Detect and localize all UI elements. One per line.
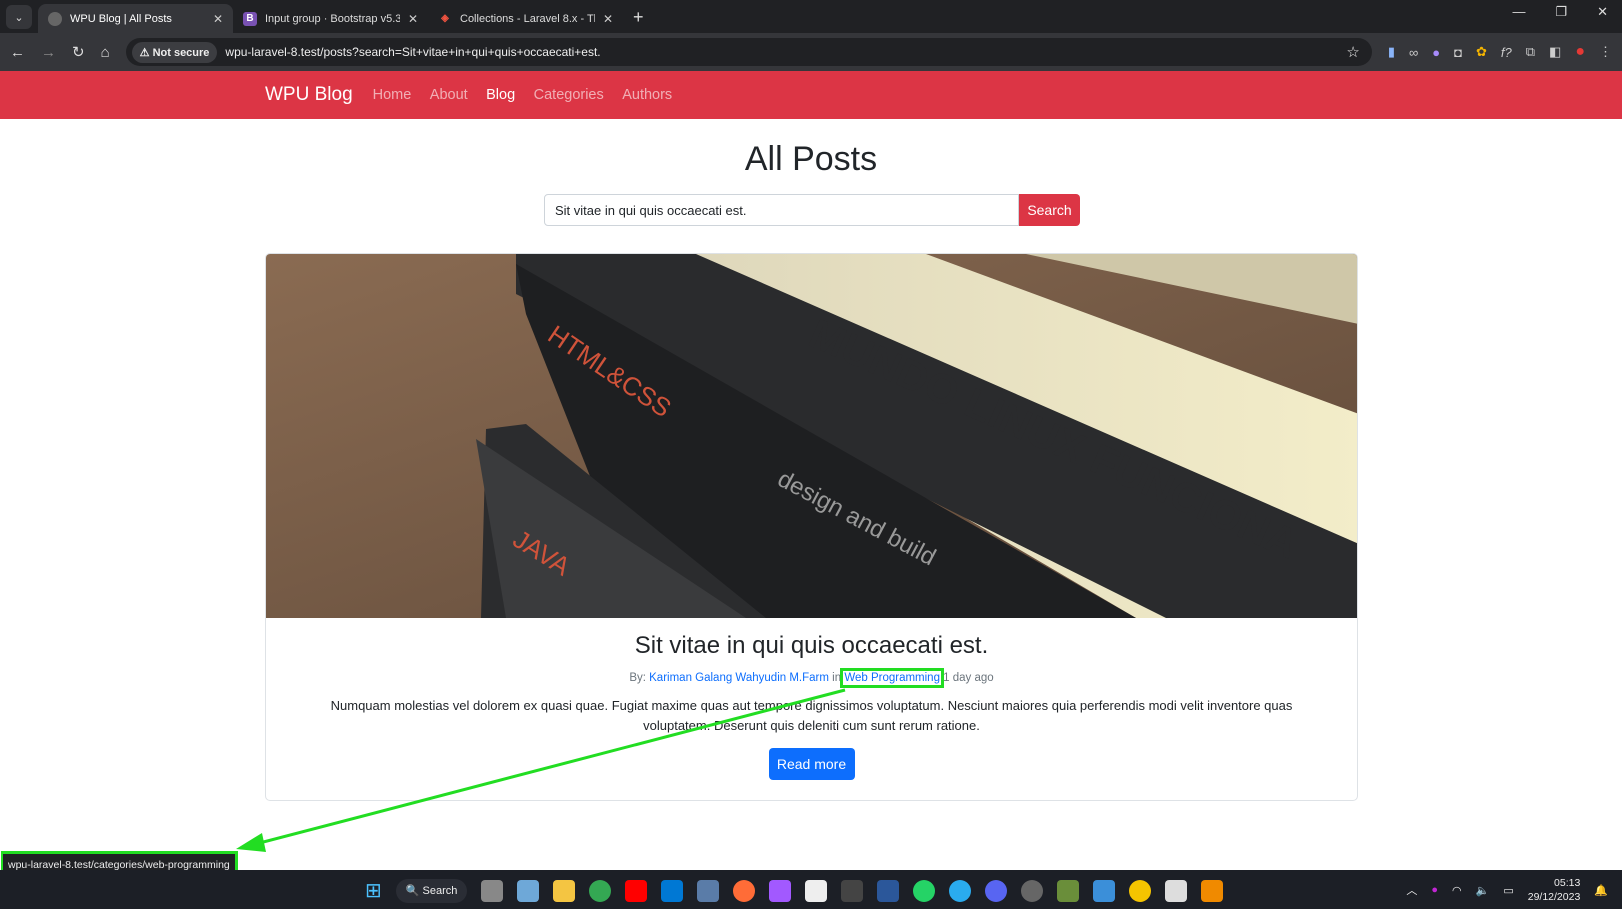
toolbar: ← → ↻ ⌂ ⚠ Not secure wpu-laravel-8.test/…: [0, 33, 1622, 71]
home-icon[interactable]: ⌂: [101, 44, 110, 61]
in-label: in: [832, 672, 842, 684]
app-icon[interactable]: [697, 879, 720, 902]
notion-icon[interactable]: [1165, 879, 1188, 902]
new-tab-button[interactable]: +: [623, 7, 654, 33]
notion-icon[interactable]: [805, 879, 828, 902]
avatar[interactable]: ●: [1575, 43, 1585, 61]
laravel-icon: ◈: [441, 13, 449, 24]
wifi-icon[interactable]: ◠: [1452, 884, 1462, 897]
security-badge[interactable]: ⚠ Not secure: [131, 41, 218, 63]
menu-kebab-icon[interactable]: ⋮: [1599, 44, 1612, 60]
url-text: wpu-laravel-8.test/posts?search=Sit+vita…: [225, 45, 601, 59]
reload-icon[interactable]: ↻: [72, 43, 85, 61]
read-more-button[interactable]: Read more: [768, 748, 855, 780]
file-explorer-icon[interactable]: [553, 879, 576, 902]
post-time: 1 day ago: [943, 672, 994, 684]
taskbar: ⊞ 🔍 Search ︿ ● ◠ 🔈 ▭ 05:13 29/12/2023 🔔: [0, 870, 1622, 909]
globe-icon: [48, 11, 62, 26]
whatsapp-icon[interactable]: [913, 879, 936, 902]
nav-home[interactable]: Home: [373, 87, 412, 103]
close-icon[interactable]: ✕: [408, 12, 418, 26]
security-label: Not secure: [152, 46, 210, 59]
clock-time: 05:13: [1554, 877, 1581, 889]
page-title: All Posts: [744, 140, 878, 178]
nav-authors[interactable]: Authors: [622, 87, 672, 103]
tab-search-button[interactable]: ⌄: [6, 5, 32, 29]
app-icon[interactable]: [1057, 879, 1080, 902]
site-navbar: WPU Blog Home About Blog Categories Auth…: [0, 71, 1622, 119]
author-link[interactable]: Kariman Galang Wahyudin M.Farm: [649, 672, 829, 684]
discord-icon[interactable]: [985, 879, 1008, 902]
extension-icon[interactable]: ∞: [1409, 45, 1418, 60]
figma-icon[interactable]: [769, 879, 792, 902]
windows-start-icon[interactable]: ⊞: [365, 878, 382, 903]
post-excerpt: Numquam molestias vel dolorem ex quasi q…: [330, 698, 1293, 733]
obs-icon[interactable]: [1021, 879, 1044, 902]
close-icon[interactable]: ✕: [213, 12, 223, 26]
telegram-icon[interactable]: [949, 879, 972, 902]
chrome-icon[interactable]: [589, 879, 612, 902]
minimize-icon[interactable]: —: [1512, 4, 1525, 20]
post-card: MUNDO LINUX FUNCIONA HTML&CSS design and…: [265, 253, 1358, 801]
notification-bell-icon[interactable]: 🔔: [1594, 884, 1608, 897]
tab-bootstrap[interactable]: B Input group · Bootstrap v5.3 ✕: [233, 4, 428, 33]
extension-icon[interactable]: ✿: [1476, 44, 1487, 60]
tab-title: Collections - Laravel 8.x - The PHP: [460, 12, 595, 25]
close-window-icon[interactable]: ✕: [1597, 4, 1608, 20]
notepad-icon[interactable]: [1093, 879, 1116, 902]
extension-icon[interactable]: ▮: [1388, 44, 1395, 60]
nav-blog[interactable]: Blog: [486, 87, 515, 103]
search-input[interactable]: [544, 194, 1019, 226]
search-form: Search: [544, 194, 1080, 226]
clock-date: 29/12/2023: [1527, 891, 1581, 903]
taskbar-search-label: Search: [422, 884, 458, 897]
tab-laravel[interactable]: ◈ Collections - Laravel 8.x - The PHP ✕: [428, 4, 623, 33]
side-panel-icon[interactable]: ◧: [1549, 44, 1561, 60]
youtube-icon[interactable]: [625, 879, 648, 902]
post-meta: By: Kariman Galang Wahyudin M.Farm in We…: [266, 668, 1357, 688]
bootstrap-icon: B: [243, 11, 257, 26]
tab-wpu-blog[interactable]: WPU Blog | All Posts ✕: [38, 4, 233, 33]
volume-icon[interactable]: 🔈: [1476, 884, 1490, 897]
postman-icon[interactable]: [733, 879, 756, 902]
app-icon[interactable]: [517, 879, 540, 902]
restore-icon[interactable]: ❐: [1555, 4, 1567, 20]
forward-icon[interactable]: →: [41, 44, 56, 61]
extensions-puzzle-icon[interactable]: ⧉: [1526, 44, 1535, 60]
post-image: MUNDO LINUX FUNCIONA HTML&CSS design and…: [266, 254, 1357, 618]
terminal-icon[interactable]: [841, 879, 864, 902]
extension-icon[interactable]: ◘: [1454, 45, 1462, 60]
extension-icon[interactable]: f?: [1501, 45, 1512, 60]
task-view-icon[interactable]: [481, 879, 504, 902]
vlc-icon[interactable]: [1201, 879, 1224, 902]
by-label: By:: [629, 672, 646, 684]
nav-categories[interactable]: Categories: [534, 87, 604, 103]
tab-strip: ⌄ WPU Blog | All Posts ✕ B Input group ·…: [0, 0, 1622, 33]
app-icon[interactable]: [1129, 879, 1152, 902]
bookmark-star-icon[interactable]: ☆: [1346, 43, 1365, 61]
chevron-up-icon[interactable]: ︿: [1406, 882, 1417, 898]
tab-title: Input group · Bootstrap v5.3: [265, 12, 400, 25]
brand-logo[interactable]: WPU Blog: [265, 84, 353, 106]
close-icon[interactable]: ✕: [603, 12, 613, 26]
post-title[interactable]: Sit vitae in qui quis occaecati est.: [266, 632, 1357, 660]
app-tray-icon[interactable]: ●: [1431, 884, 1438, 896]
battery-icon[interactable]: ▭: [1503, 884, 1513, 897]
clock[interactable]: 05:13 29/12/2023: [1528, 876, 1581, 904]
taskbar-search[interactable]: 🔍 Search: [395, 878, 468, 903]
search-button[interactable]: Search: [1019, 194, 1080, 226]
vscode-icon[interactable]: [661, 879, 684, 902]
category-link[interactable]: Web Programming: [840, 668, 944, 688]
word-icon[interactable]: [877, 879, 900, 902]
nav-about[interactable]: About: [430, 87, 468, 103]
address-bar[interactable]: ⚠ Not secure wpu-laravel-8.test/posts?se…: [125, 38, 1372, 66]
tab-title: WPU Blog | All Posts: [70, 12, 172, 25]
extension-icon[interactable]: ●: [1432, 45, 1440, 60]
back-icon[interactable]: ←: [10, 44, 25, 61]
